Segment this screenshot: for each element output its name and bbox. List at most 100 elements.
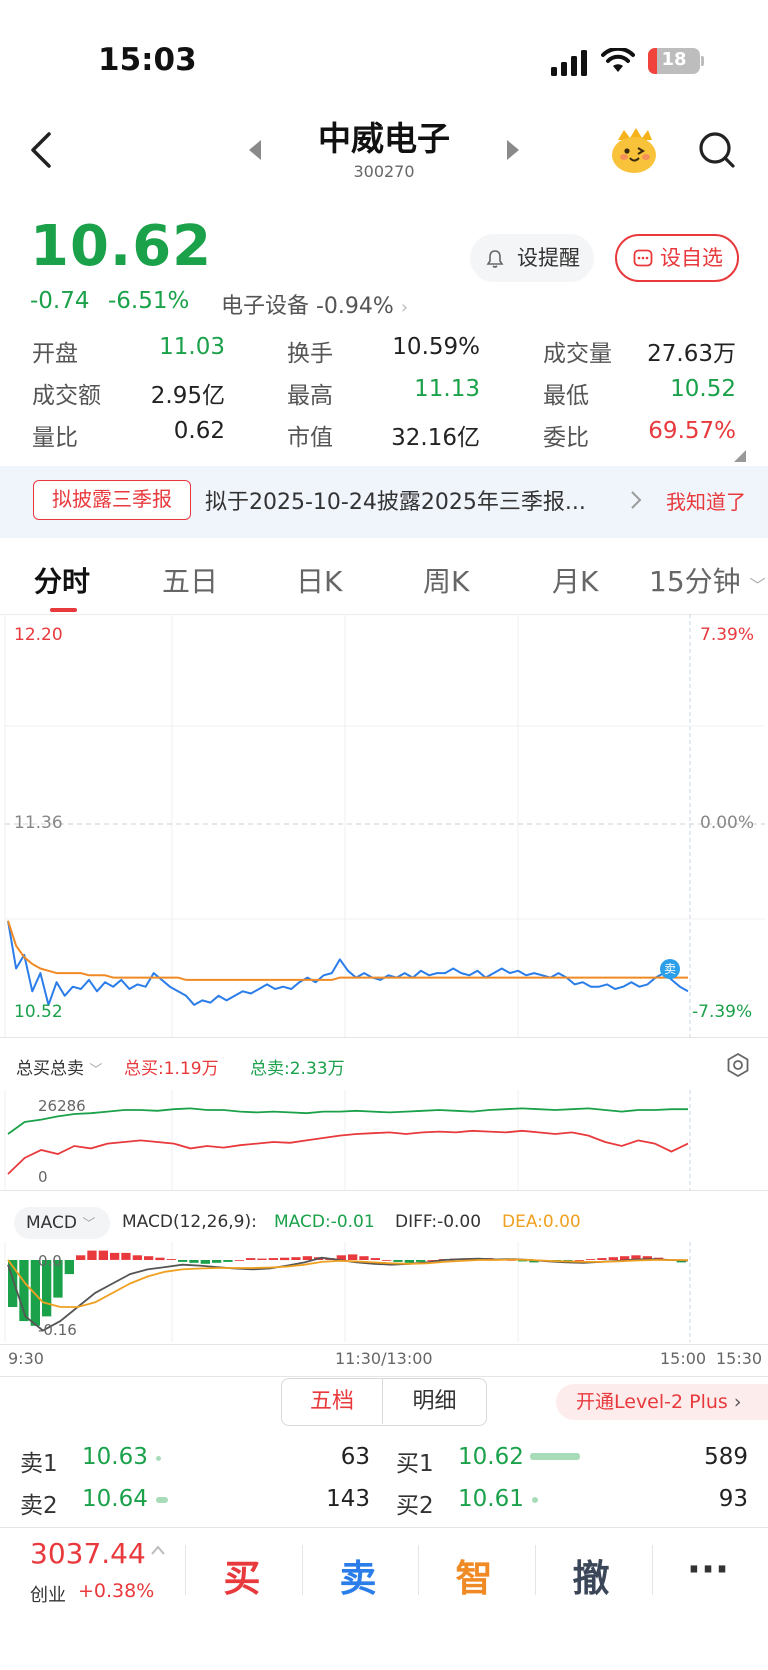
- macd-bar: [574, 1260, 584, 1261]
- time-tick-after-hours: 15:30: [716, 1349, 763, 1368]
- stat-label: 最低: [543, 383, 589, 409]
- macd-bar: [302, 1256, 312, 1260]
- tab-trade-detail[interactable]: 明细: [384, 1379, 485, 1424]
- stat-value: 10.59%: [392, 334, 480, 360]
- panel-divider: [0, 1344, 768, 1345]
- macd-bar: [257, 1258, 267, 1260]
- bid-1-label: 买1: [396, 1451, 434, 1477]
- panel-divider: [0, 1190, 768, 1191]
- buy-sell-volume-chart[interactable]: [0, 1090, 768, 1190]
- macd-bar: [370, 1258, 380, 1260]
- buy-button[interactable]: 买: [192, 1548, 292, 1602]
- status-time: 15:03: [98, 42, 197, 78]
- smart-order-button[interactable]: 智: [424, 1548, 524, 1602]
- buy-sell-indicator-selector[interactable]: 总买总卖 ﹀: [16, 1054, 102, 1079]
- sector-link[interactable]: 电子设备 -0.94% ›: [221, 288, 408, 320]
- level2-upgrade-label: 开通Level-2 Plus: [576, 1391, 728, 1413]
- expand-corner-icon[interactable]: [734, 450, 746, 462]
- macd-chart[interactable]: [0, 1242, 768, 1342]
- chevron-right-icon: ›: [733, 1391, 742, 1413]
- panel-divider: [0, 1376, 768, 1377]
- dismiss-notice-button[interactable]: 我知道了: [666, 486, 746, 515]
- sell-signal-marker[interactable]: 卖: [660, 959, 680, 979]
- watchlist-icon: [633, 249, 653, 267]
- total-sell-line: [7, 1107, 688, 1135]
- bid-2-price: 10.61: [458, 1486, 524, 1512]
- stat-label: 开盘: [32, 341, 78, 367]
- macd-bar: [98, 1250, 108, 1260]
- cancel-order-button[interactable]: 撤: [541, 1548, 641, 1602]
- stat-label: 量比: [32, 425, 78, 451]
- mascot-icon[interactable]: [608, 124, 660, 176]
- tab-15-minute[interactable]: 15分钟 ﹀: [649, 560, 766, 600]
- price-axis-top: 12.20: [14, 625, 63, 645]
- pct-axis-mid: 0.00%: [700, 813, 755, 833]
- bid-1-size-bar: [530, 1453, 580, 1460]
- macd-bar: [76, 1255, 86, 1260]
- battery-tip: [701, 56, 704, 66]
- sell-button[interactable]: 卖: [308, 1548, 408, 1602]
- action-divider: [535, 1545, 536, 1595]
- set-alert-label: 设提醒: [517, 246, 580, 270]
- pct-axis-bottom: -7.39%: [692, 1002, 753, 1022]
- add-watchlist-button[interactable]: 设自选: [615, 234, 739, 282]
- macd-params: MACD(12,26,9):: [122, 1212, 257, 1232]
- tab-intraday[interactable]: 分时: [34, 560, 90, 600]
- chevron-right-icon: [631, 491, 642, 509]
- macd-bar: [348, 1254, 358, 1260]
- ask-2-price: 10.64: [82, 1486, 148, 1512]
- macd-value: MACD:-0.01: [274, 1212, 375, 1232]
- stat-label: 成交额: [32, 383, 101, 409]
- stat-label: 委比: [543, 425, 589, 451]
- stat-label: 市值: [287, 425, 333, 451]
- settings-icon[interactable]: [725, 1052, 751, 1078]
- index-name: 创业: [30, 1585, 66, 1606]
- set-alert-button[interactable]: 设提醒: [470, 234, 594, 282]
- macd-bar: [178, 1260, 188, 1262]
- ask-2-qty: 143: [326, 1486, 370, 1512]
- macd-bar: [359, 1256, 369, 1260]
- macd-bar: [597, 1258, 607, 1260]
- chevron-down-icon: ﹀: [89, 1063, 103, 1078]
- tab-five-day[interactable]: 五日: [162, 560, 218, 600]
- intraday-price-chart[interactable]: [0, 614, 768, 1038]
- macd-bar: [110, 1252, 120, 1260]
- macd-bar: [212, 1260, 222, 1263]
- ask-1-label: 卖1: [20, 1451, 58, 1477]
- more-icon[interactable]: ···: [658, 1548, 758, 1591]
- dea-value: DEA:0.00: [502, 1212, 581, 1232]
- next-stock-icon[interactable]: [505, 138, 521, 162]
- macd-bar: [189, 1260, 199, 1263]
- depth-toggle: 五档 明细: [281, 1378, 487, 1426]
- tab-15-minute-label: 15分钟: [649, 565, 741, 598]
- add-watchlist-label: 设自选: [660, 246, 723, 270]
- action-divider: [418, 1545, 419, 1595]
- chevron-down-icon: ﹀: [749, 576, 766, 595]
- last-price: 10.62: [30, 214, 213, 279]
- stat-value: 11.13: [414, 376, 480, 402]
- tab-order-book[interactable]: 五档: [282, 1379, 383, 1424]
- buy-sell-axis-top: 26286: [38, 1097, 86, 1115]
- ask-2-label: 卖2: [20, 1493, 58, 1519]
- macd-bar: [200, 1260, 210, 1264]
- bid-1-price: 10.62: [458, 1444, 524, 1470]
- macd-bar: [144, 1256, 154, 1260]
- chevron-up-icon: [151, 1545, 165, 1555]
- ask-1-qty: 63: [340, 1444, 370, 1470]
- macd-axis-bottom: -0.16: [38, 1321, 77, 1339]
- search-icon[interactable]: [697, 130, 737, 170]
- macd-bar: [121, 1252, 131, 1260]
- macd-bar: [234, 1260, 244, 1261]
- stat-label: 换手: [287, 341, 333, 367]
- buy-sell-axis-bottom: 0: [38, 1168, 48, 1186]
- macd-bar: [382, 1260, 392, 1261]
- bid-1-qty: 589: [704, 1444, 748, 1470]
- macd-indicator-selector[interactable]: MACD ﹀: [14, 1207, 110, 1239]
- tab-daily-k[interactable]: 日K: [296, 560, 342, 600]
- ask-1-size-bar: [156, 1456, 161, 1461]
- tab-weekly-k[interactable]: 周K: [423, 560, 469, 600]
- level2-upgrade-button[interactable]: 开通Level-2 Plus ›: [556, 1384, 768, 1420]
- index-value[interactable]: 3037.44: [30, 1537, 146, 1570]
- tab-monthly-k[interactable]: 月K: [552, 560, 598, 600]
- chevron-down-icon: ﹀: [82, 1217, 96, 1232]
